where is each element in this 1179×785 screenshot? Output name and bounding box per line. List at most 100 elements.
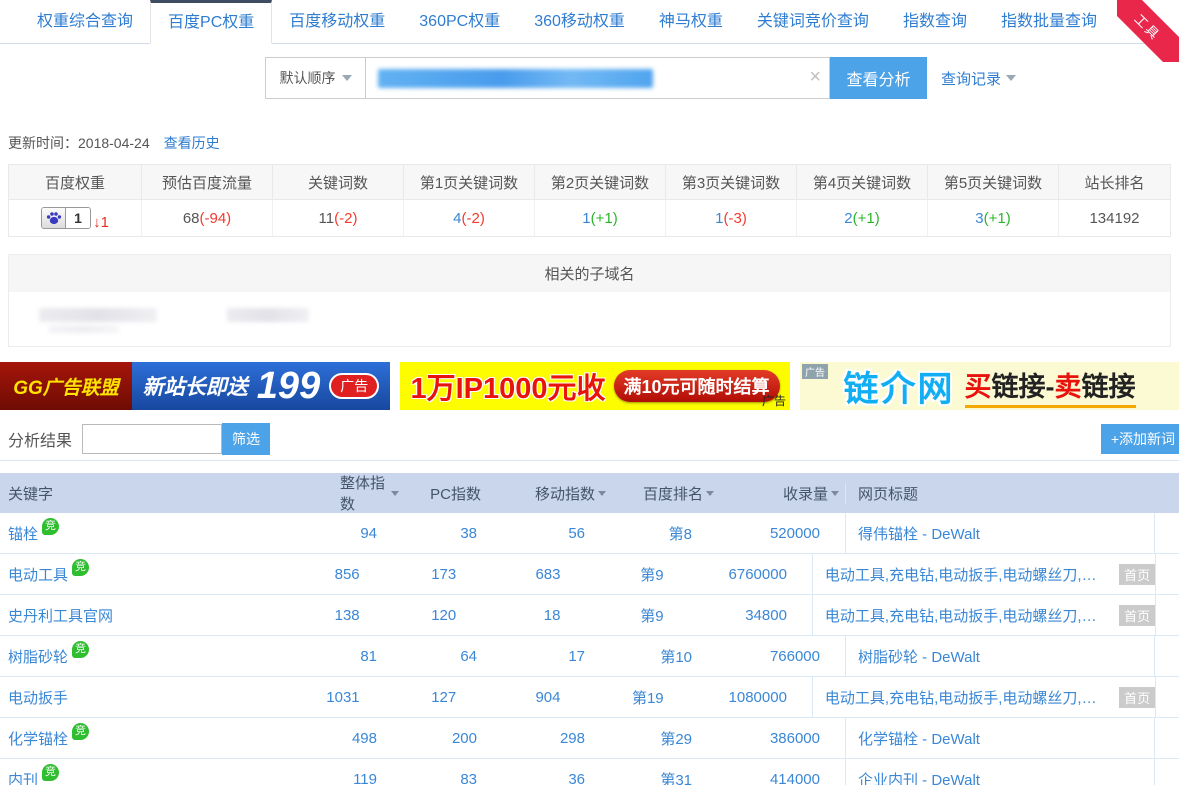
- page-title-link[interactable]: 得伟锚栓 - DeWalt: [858, 523, 980, 544]
- keyword-table: 关键字整体指数PC指数移动指数百度排名收录量网页标题 锚栓竞943856第852…: [0, 473, 1179, 785]
- tab-7[interactable]: 指数查询: [886, 0, 984, 43]
- baidu-rank-cell: 第19: [585, 677, 691, 717]
- view-history-link[interactable]: 查看历史: [164, 133, 220, 153]
- overall-index-cell: 856: [324, 554, 387, 594]
- mobile-index-cell: 56: [505, 513, 610, 553]
- ad-banner-link[interactable]: 广告 链介网 买链接-卖链接: [800, 362, 1179, 410]
- collected-cell: 6760000: [692, 554, 812, 594]
- add-keyword-button[interactable]: +添加新词: [1101, 424, 1179, 454]
- subdomain-redacted-1[interactable]: [39, 308, 157, 322]
- pc-index-cell: 127: [388, 677, 485, 717]
- keyword-cell: 锚栓竞: [0, 513, 340, 553]
- analyze-button[interactable]: 查看分析: [830, 57, 927, 99]
- tab-8[interactable]: 指数批量查询: [984, 0, 1114, 43]
- weight-value: 134192: [1089, 210, 1139, 227]
- pc-index-cell: 120: [388, 595, 485, 635]
- page-title-link[interactable]: 电动工具,充电钻,电动扳手,电动螺丝刀,手电...: [825, 687, 1111, 708]
- weight-change: (+1): [853, 210, 880, 227]
- chevron-down-icon: [1006, 75, 1016, 81]
- weight-change: (+1): [984, 210, 1011, 227]
- keyword-header-4[interactable]: 百度排名: [610, 483, 720, 504]
- weight-cell-3: 1(+1): [535, 200, 666, 236]
- baidu-rank-cell: 第31: [610, 759, 720, 785]
- tab-4[interactable]: 360移动权重: [517, 0, 642, 43]
- weight-value: 68: [183, 210, 200, 227]
- page-title-link[interactable]: 电动工具,充电钻,电动扳手,电动螺丝刀,手电...: [825, 605, 1111, 626]
- keyword-cell: 史丹利工具官网: [0, 595, 324, 635]
- tab-1[interactable]: 百度PC权重: [150, 0, 272, 44]
- weight-cell-2: 4(-2): [404, 200, 535, 236]
- page-title-cell: 得伟锚栓 - DeWalt: [845, 513, 1154, 553]
- tab-3[interactable]: 360PC权重: [402, 0, 517, 43]
- analysis-result-label: 分析结果: [8, 427, 72, 451]
- filter-input[interactable]: [82, 424, 222, 454]
- mobile-index-cell: 904: [484, 677, 585, 717]
- corner-ribbon[interactable]: 工具: [1117, 0, 1179, 62]
- weight-header-5: 第3页关键词数: [666, 165, 797, 199]
- baidu-rank-cell: 第9: [585, 554, 691, 594]
- baidu-rank-cell: 第29: [610, 718, 720, 758]
- bid-badge-icon: 竞: [42, 518, 59, 535]
- analysis-filter-row: 分析结果 筛选 +添加新词: [0, 422, 1179, 461]
- homepage-badge: 首页: [1119, 687, 1155, 708]
- row-end-cell: [1154, 513, 1179, 553]
- ad-gg-brand: GG广告联盟: [0, 362, 132, 410]
- pc-index-cell: 173: [388, 554, 485, 594]
- sort-order-select[interactable]: 默认顺序: [265, 57, 365, 99]
- weight-value: 11: [319, 210, 335, 227]
- subdomain-redacted-2[interactable]: [227, 308, 309, 322]
- keyword-cell: 电动工具竞: [0, 554, 324, 594]
- tab-0[interactable]: 权重综合查询: [20, 0, 150, 43]
- ad-link-brand: 链介网: [843, 362, 954, 410]
- baidu-paw-icon: [42, 208, 66, 228]
- tab-5[interactable]: 神马权重: [642, 0, 740, 43]
- weight-cell-7: 134192: [1059, 200, 1170, 236]
- keyword-link[interactable]: 化学锚栓: [8, 728, 68, 749]
- subdomain-redacted-3: [49, 325, 119, 333]
- keyword-link[interactable]: 锚栓: [8, 523, 38, 544]
- page-title-link[interactable]: 化学锚栓 - DeWalt: [858, 728, 980, 749]
- keyword-link[interactable]: 树脂砂轮: [8, 646, 68, 667]
- mobile-index-cell: 17: [505, 636, 610, 676]
- sort-arrow-icon: [391, 491, 399, 496]
- page-title-cell: 电动工具,充电钻,电动扳手,电动螺丝刀,手电...首页: [812, 595, 1155, 635]
- keyword-header-0: 关键字: [0, 483, 340, 504]
- bid-badge-icon: 竞: [42, 764, 59, 781]
- keyword-link[interactable]: 电动扳手: [8, 687, 68, 708]
- collected-cell: 1080000: [692, 677, 812, 717]
- keyword-link[interactable]: 电动工具: [8, 564, 68, 585]
- baidu-weight-value: 1: [66, 208, 90, 228]
- ad-banner-ip[interactable]: 1万IP1000元收 满10元可随时结算 广告: [400, 362, 790, 410]
- clear-icon[interactable]: ×: [809, 66, 821, 88]
- tab-6[interactable]: 关键词竞价查询: [740, 0, 886, 43]
- keyword-cell: 化学锚栓竞: [0, 718, 340, 758]
- chevron-down-icon: [342, 75, 352, 81]
- weight-change: (-2): [462, 210, 485, 227]
- ad-banner-gg[interactable]: GG广告联盟 新站长即送 199 广告: [0, 362, 390, 410]
- filter-button[interactable]: 筛选: [222, 423, 270, 455]
- search-input[interactable]: ×: [365, 57, 830, 99]
- query-history-link[interactable]: 查询记录: [941, 57, 1016, 99]
- page-title-link[interactable]: 企业内刊 - DeWalt: [858, 769, 980, 785]
- weight-header-7: 第5页关键词数: [928, 165, 1059, 199]
- tab-2[interactable]: 百度移动权重: [272, 0, 402, 43]
- page-title-link[interactable]: 电动工具,充电钻,电动扳手,电动螺丝刀,手电...: [825, 564, 1111, 585]
- keyword-link[interactable]: 史丹利工具官网: [8, 605, 113, 626]
- keyword-header-3[interactable]: 移动指数: [505, 483, 610, 504]
- weight-value: 4: [453, 210, 461, 227]
- collected-cell: 520000: [720, 513, 845, 553]
- keyword-header-1[interactable]: 整体指数: [340, 472, 405, 514]
- baidu-rank-cell: 第10: [610, 636, 720, 676]
- weight-header-6: 第4页关键词数: [797, 165, 928, 199]
- keyword-link[interactable]: 内刊: [8, 769, 38, 785]
- search-bar: 默认顺序 × 查看分析 查询记录: [265, 57, 1179, 99]
- weight-header-0: 百度权重: [9, 165, 142, 199]
- ad-ip-pill: 满10元可随时结算: [614, 370, 780, 402]
- query-history-label: 查询记录: [941, 68, 1001, 89]
- weight-value: 1: [582, 210, 590, 227]
- ad-link-text: 买链接-卖链接: [965, 365, 1136, 408]
- baidu-weight-badge[interactable]: 1: [41, 207, 91, 229]
- keyword-header-5[interactable]: 收录量: [720, 483, 845, 504]
- overall-index-cell: 498: [340, 718, 405, 758]
- page-title-link[interactable]: 树脂砂轮 - DeWalt: [858, 646, 980, 667]
